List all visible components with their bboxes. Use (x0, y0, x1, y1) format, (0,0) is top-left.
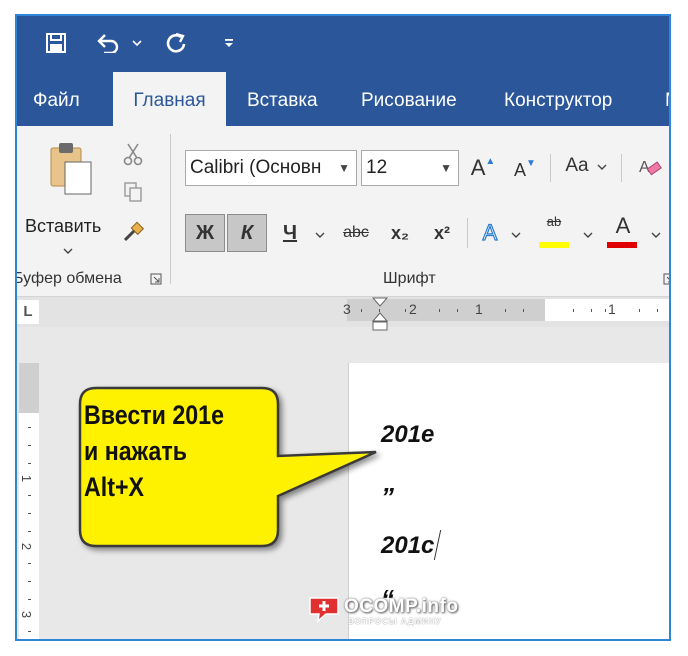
callout-line-1: Ввести 201е (84, 400, 225, 430)
callout-text: Ввести 201е и нажать Alt+X (84, 397, 224, 505)
callout-line-2: и нажать (84, 436, 187, 466)
watermark: OCOMP.info ВОПРОСЫ АДМИНУ (306, 594, 458, 629)
callout-line-3: Alt+X (84, 472, 145, 502)
callout-bubble (78, 386, 377, 548)
watermark-subtitle: ВОПРОСЫ АДМИНУ (348, 617, 442, 626)
watermark-title: OCOMP.info (344, 596, 459, 617)
watermark-logo-icon (309, 597, 339, 623)
